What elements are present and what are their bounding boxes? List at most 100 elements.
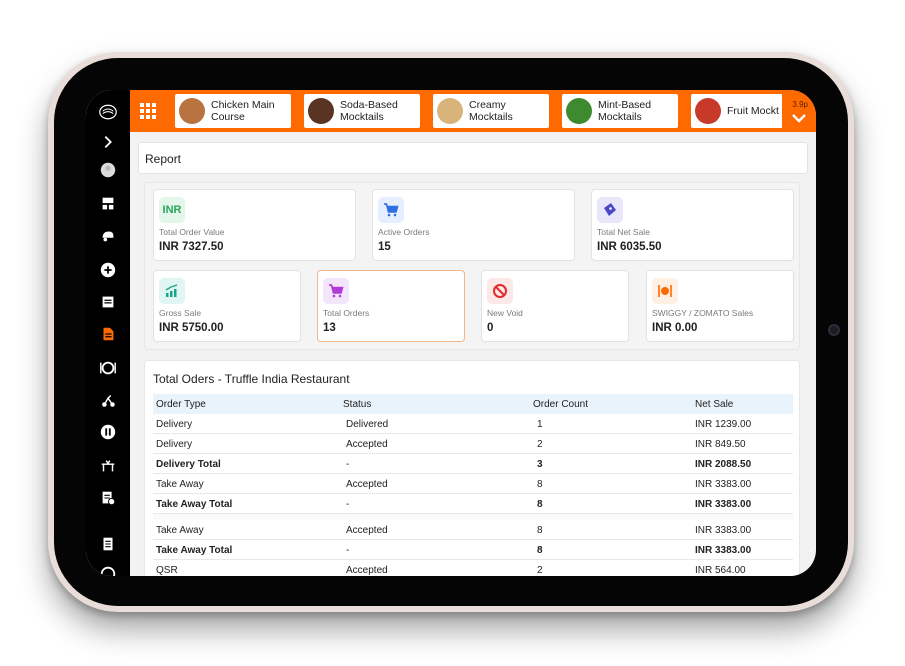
cell-order-type: Take Away [156, 479, 204, 490]
food-thumbnail-icon [179, 98, 205, 124]
category-chicken-main-course[interactable]: Chicken Main Course [175, 94, 291, 128]
cell-order-type: Take Away Total [156, 499, 233, 510]
table-row[interactable]: Delivery Delivered 1 INR 1239.00 [153, 414, 793, 434]
report-icon[interactable] [98, 324, 118, 344]
table-row[interactable]: Take Away Accepted 8 INR 3383.00 [153, 520, 793, 540]
chevron-down-icon[interactable] [791, 111, 807, 123]
table-title: Total Oders - Truffle India Restaurant [153, 372, 350, 386]
cell-status: Delivered [346, 419, 389, 430]
stat-value: INR 0.00 [652, 322, 698, 334]
logout-icon[interactable] [98, 564, 118, 576]
logo-icon[interactable] [96, 100, 120, 124]
sidebar [86, 90, 130, 576]
stat-label: Total Order Value [159, 227, 225, 237]
table-header: Order Type Status Order Count Net Sale [153, 394, 793, 414]
bill-settings-icon[interactable] [98, 488, 118, 508]
dining-icon [652, 278, 678, 304]
table-row[interactable]: QSR Accepted 2 INR 564.00 [153, 560, 793, 576]
cell-order-count: 2 [537, 439, 543, 450]
stat-card-total-order-value[interactable]: INR Total Order Value INR 7327.50 [153, 189, 356, 261]
cell-order-count: 8 [537, 479, 543, 490]
cell-net-sale: INR 3383.00 [695, 525, 752, 536]
category-bar: Chicken Main Course Soda-Based Mocktails C… [130, 90, 816, 132]
add-circle-icon[interactable] [98, 260, 118, 280]
fruit-thumbnail-icon [695, 98, 721, 124]
table-row[interactable]: Take Away Accepted 8 INR 3383.00 [153, 474, 793, 494]
category-soda-based-mocktails[interactable]: Soda-Based Mocktails [304, 94, 420, 128]
cell-order-type: QSR [156, 565, 178, 576]
cell-status: Accepted [346, 565, 388, 576]
stat-card-total-net-sale[interactable]: Total Net Sale INR 6035.50 [591, 189, 794, 261]
stat-card-total-orders[interactable]: Total Orders 13 [317, 270, 465, 342]
cell-order-count: 1 [537, 419, 543, 430]
orders-icon[interactable] [98, 292, 118, 312]
stat-value: INR 6035.50 [597, 241, 662, 253]
cell-status: Accepted [346, 525, 388, 536]
column-header: Order Type [156, 399, 206, 410]
dashboard-icon[interactable] [98, 194, 118, 214]
cell-net-sale: INR 3383.00 [695, 479, 752, 490]
stat-card-new-void[interactable]: New Void 0 [481, 270, 629, 342]
stat-value: 13 [323, 322, 336, 334]
cell-status: Accepted [346, 479, 388, 490]
table-row-total[interactable]: Take Away Total - 8 INR 3383.00 [153, 494, 793, 514]
rider-icon[interactable] [98, 390, 118, 410]
grid-menu-icon[interactable] [138, 101, 158, 121]
stat-card-swiggy-zomato-sales[interactable]: SWIGGY / ZOMATO Sales INR 0.00 [646, 270, 794, 342]
stat-label: New Void [487, 308, 523, 318]
drink-thumbnail-icon [308, 98, 334, 124]
cell-net-sale: INR 3383.00 [695, 545, 752, 556]
stats-panel: INR Total Order Value INR 7327.50 Active… [144, 182, 800, 350]
cell-order-type: Delivery [156, 419, 193, 430]
category-fruit-mocktails[interactable]: Fruit Mockt [691, 94, 791, 128]
table-row-total[interactable]: Take Away Total - 8 INR 3383.00 [153, 540, 793, 560]
report-header: Report [138, 142, 808, 174]
stat-value: INR 5750.00 [159, 322, 224, 334]
pause-icon[interactable] [98, 422, 118, 442]
cell-net-sale: INR 3383.00 [695, 499, 752, 510]
cell-net-sale: INR 849.50 [695, 439, 746, 450]
category-label: Creamy [469, 99, 506, 111]
cell-order-count: 8 [537, 545, 543, 556]
dine-in-icon[interactable] [98, 358, 118, 378]
chart-up-icon [159, 278, 185, 304]
category-label: Chicken Main [211, 99, 275, 111]
inr-icon: INR [159, 197, 185, 223]
category-creamy-mocktails[interactable]: Creamy Mocktails [433, 94, 549, 128]
category-scroll-area: 3.9p [782, 90, 816, 132]
stat-label: SWIGGY / ZOMATO Sales [652, 308, 754, 318]
category-label: Mocktails [469, 111, 513, 123]
version-label: 3.9p [792, 100, 808, 109]
document-icon[interactable] [98, 534, 118, 554]
column-header: Net Sale [695, 399, 734, 410]
cell-net-sale: INR 1239.00 [695, 419, 752, 430]
cell-order-count: 8 [537, 525, 543, 536]
table-row-total[interactable]: Delivery Total - 3 INR 2088.50 [153, 454, 793, 474]
cell-order-count: 2 [537, 565, 543, 576]
tables-icon[interactable] [98, 456, 118, 476]
cell-status: - [346, 545, 350, 556]
category-label: Fruit Mockt [727, 105, 779, 117]
stat-value: 0 [487, 322, 494, 334]
stat-value: 15 [378, 241, 391, 253]
category-label: Mocktails [340, 111, 384, 123]
cell-order-count: 8 [537, 499, 543, 510]
camera-icon [828, 324, 840, 336]
category-label: Soda-Based [340, 99, 398, 111]
drink-thumbnail-icon [566, 98, 592, 124]
column-header: Status [343, 399, 372, 410]
avatar-icon[interactable] [98, 160, 118, 180]
stat-label: Total Net Sale [597, 227, 650, 237]
delivery-icon[interactable] [98, 226, 118, 246]
stat-card-active-orders[interactable]: Active Orders 15 [372, 189, 575, 261]
category-label: Course [211, 111, 245, 123]
expand-chevron-icon[interactable] [98, 132, 118, 152]
cell-status: - [346, 459, 350, 470]
category-mint-based-mocktails[interactable]: Mint-Based Mocktails [562, 94, 678, 128]
table-row[interactable]: Delivery Accepted 2 INR 849.50 [153, 434, 793, 454]
page-title: Report [145, 152, 182, 166]
stat-label: Gross Sale [159, 308, 202, 318]
cell-order-type: Delivery Total [156, 459, 221, 470]
cart-icon [378, 197, 404, 223]
stat-card-gross-sale[interactable]: Gross Sale INR 5750.00 [153, 270, 301, 342]
